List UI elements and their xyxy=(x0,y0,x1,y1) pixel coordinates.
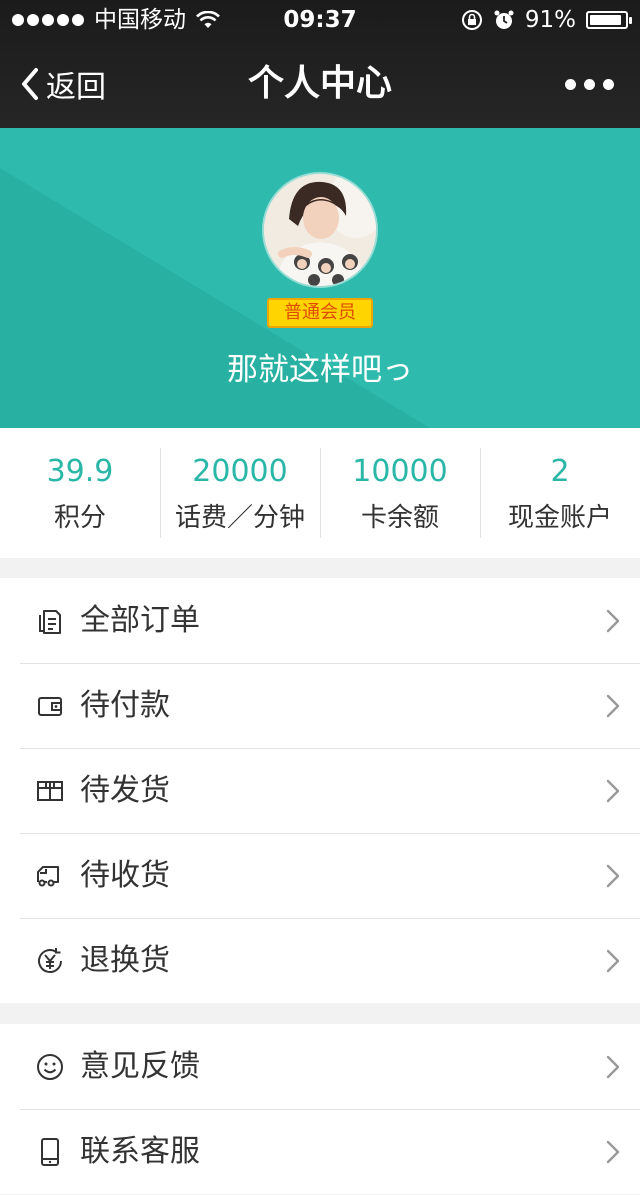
service-menu: 意见反馈 联系客服 xyxy=(0,1024,640,1194)
stat-points[interactable]: 39.9 积分 xyxy=(0,428,160,558)
nav-bar: 返回 个人中心 xyxy=(0,40,640,128)
menu-label: 全部订单 xyxy=(80,603,200,638)
menu-item-pending-payment[interactable]: 待付款 xyxy=(0,663,640,748)
stat-label: 积分 xyxy=(53,503,106,533)
status-right: 91% xyxy=(461,0,632,40)
stats-bar: 39.9 积分 20000 话费／分钟 10000 卡余额 2 现金账户 xyxy=(0,428,640,558)
stat-value: 20000 xyxy=(192,454,288,489)
package-icon xyxy=(37,781,63,801)
stat-call-minutes[interactable]: 20000 话费／分钟 xyxy=(160,428,320,558)
refund-icon xyxy=(38,948,62,973)
nickname: 那就这样吧っ xyxy=(227,352,413,388)
more-dots-icon[interactable] xyxy=(565,40,614,128)
chevron-right-icon xyxy=(606,1055,620,1079)
menu-label: 待发货 xyxy=(80,773,170,808)
stat-value: 39.9 xyxy=(46,454,114,489)
status-bar: 中国移动 09:37 91% xyxy=(0,0,640,40)
page-title: 个人中心 xyxy=(247,63,392,104)
menu-label: 待收货 xyxy=(80,858,170,893)
smiley-icon xyxy=(37,1054,63,1080)
stat-label: 卡余额 xyxy=(360,503,439,533)
menu-label: 退换货 xyxy=(80,943,170,978)
menu-item-all-orders[interactable]: 全部订单 xyxy=(0,578,640,663)
menu-label: 意见反馈 xyxy=(80,1049,200,1084)
rotation-lock-icon xyxy=(461,10,482,30)
avatar[interactable] xyxy=(264,174,376,286)
avatar-image xyxy=(264,174,376,286)
wallet-icon xyxy=(38,697,62,716)
stat-value: 10000 xyxy=(352,454,448,489)
truck-icon xyxy=(37,866,59,887)
stat-card-balance[interactable]: 10000 卡余额 xyxy=(320,428,480,558)
alarm-icon xyxy=(494,10,514,29)
menu-item-contact-service[interactable]: 联系客服 xyxy=(0,1109,640,1194)
profile-banner: 普通会员 那就这样吧っ xyxy=(0,128,640,428)
menu-item-pending-shipment[interactable]: 待发货 xyxy=(0,748,640,833)
chevron-right-icon xyxy=(606,864,620,888)
menu-item-returns[interactable]: 退换货 xyxy=(0,918,640,1003)
battery-icon xyxy=(586,11,632,29)
orders-icon xyxy=(39,610,61,634)
menu-item-feedback[interactable]: 意见反馈 xyxy=(0,1024,640,1109)
menu-label: 待付款 xyxy=(80,688,170,723)
battery-percent: 91% xyxy=(524,7,576,33)
chevron-right-icon xyxy=(606,1140,620,1164)
chevron-right-icon xyxy=(606,609,620,633)
phone-icon xyxy=(41,1138,59,1166)
stat-label: 现金账户 xyxy=(507,503,612,533)
member-level-badge: 普通会员 xyxy=(267,298,373,328)
stat-value: 2 xyxy=(550,454,570,489)
chevron-right-icon xyxy=(606,694,620,718)
battery-fill xyxy=(590,15,621,25)
orders-menu: 全部订单 待付款 待发货 待收货 退换货 xyxy=(0,578,640,1003)
chevron-right-icon xyxy=(606,949,620,973)
menu-label: 联系客服 xyxy=(80,1134,200,1169)
header: 中国移动 09:37 91% 返回 个人中心 xyxy=(0,0,640,128)
stat-cash-account[interactable]: 2 现金账户 xyxy=(480,428,640,558)
menu-item-pending-receipt[interactable]: 待收货 xyxy=(0,833,640,918)
chevron-right-icon xyxy=(606,779,620,803)
stat-label: 话费／分钟 xyxy=(174,503,305,533)
